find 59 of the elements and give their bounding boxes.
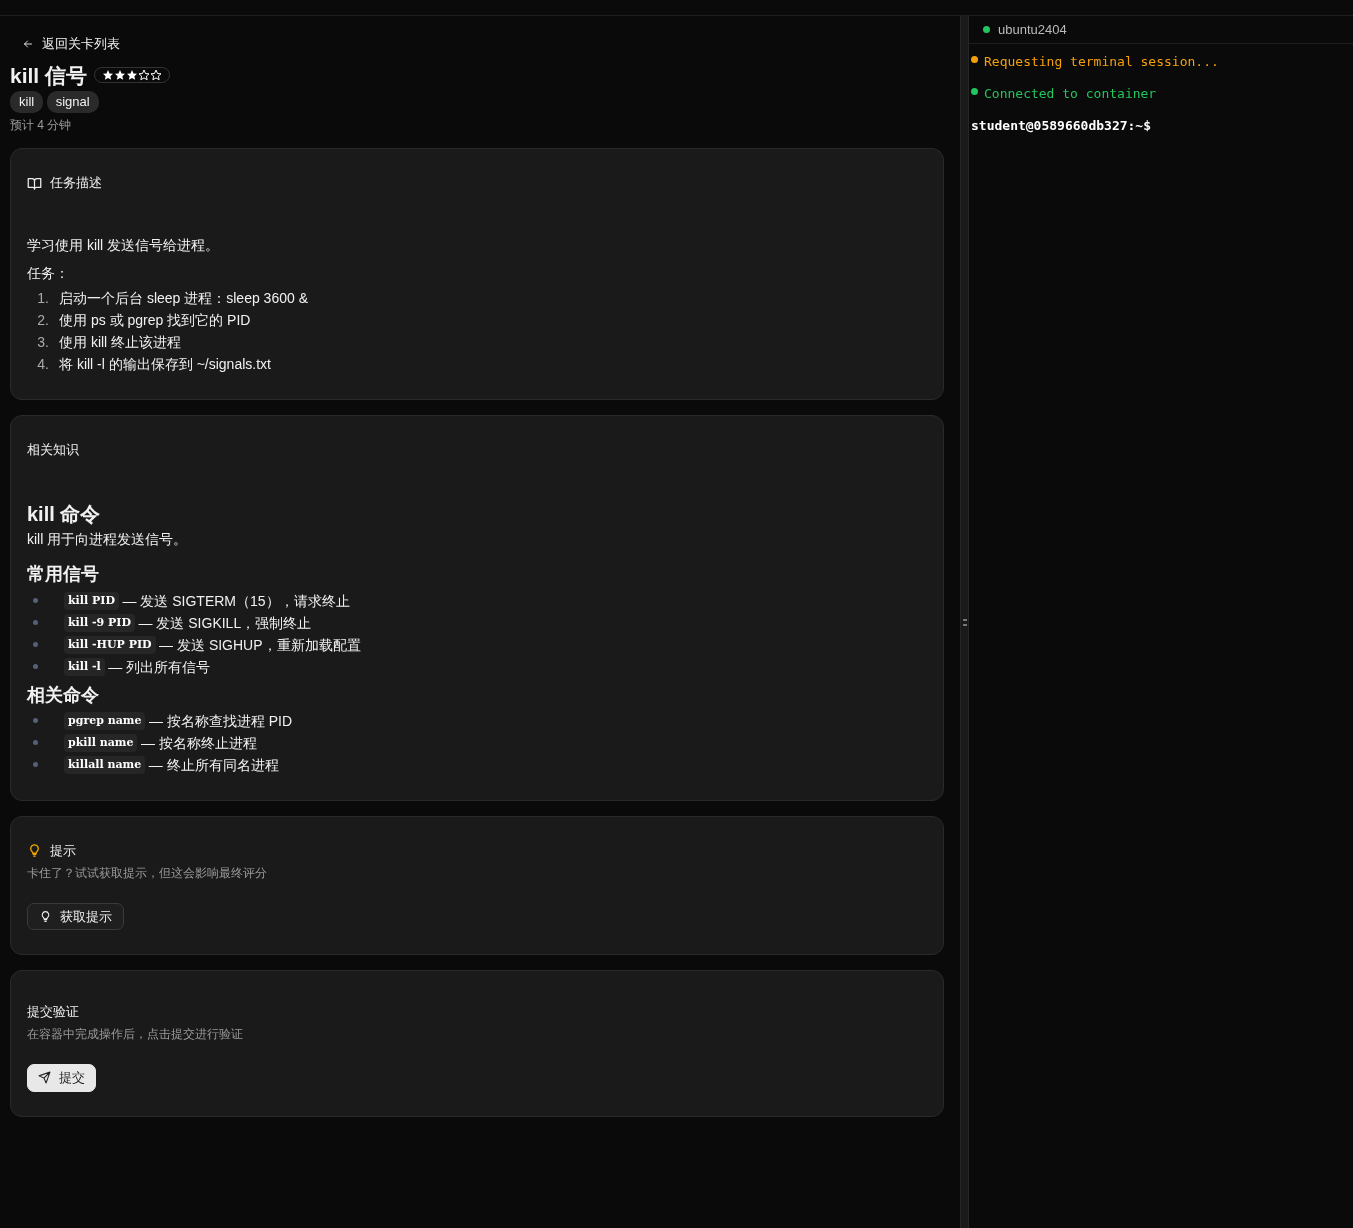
lightbulb-icon	[39, 909, 52, 923]
submit-button[interactable]: 提交	[27, 1064, 96, 1092]
page-title: kill 信号	[10, 62, 88, 88]
subsection-heading: 相关命令	[27, 684, 100, 707]
bullet-icon	[33, 740, 38, 746]
code-snippet: kill -l	[64, 657, 105, 676]
lightbulb-icon	[27, 842, 42, 858]
card-subtitle: 在容器中完成操作后，点击提交进行验证	[27, 1026, 244, 1044]
step-number: 4.	[36, 355, 49, 375]
item-text: — 列出所有信号	[108, 657, 211, 677]
step-text: 将 kill -l 的输出保存到 ~/signals.txt	[59, 355, 271, 375]
section-heading: kill 命令	[27, 501, 102, 526]
code-snippet: kill PID	[64, 591, 119, 610]
item-text: — 发送 SIGKILL，强制终止	[138, 613, 312, 633]
step-text: 使用 ps 或 pgrep 找到它的 PID	[59, 311, 251, 331]
description-text: 学习使用 kill 发送信号给进程。	[27, 235, 221, 255]
bullet-icon	[33, 664, 38, 670]
intro-text: kill 用于向进程发送信号。	[27, 530, 189, 550]
card-title: 提交验证	[27, 1003, 80, 1022]
item-text: — 发送 SIGTERM（15），请求终止	[122, 591, 350, 611]
step-number: 3.	[36, 333, 49, 353]
terminal-tab[interactable]: ubuntu2404	[969, 16, 1353, 44]
code-snippet: pgrep name	[64, 711, 146, 730]
step-number: 1.	[36, 289, 49, 309]
code-snippet: kill -9 PID	[64, 613, 135, 632]
terminal-output: Connected to container	[984, 85, 1157, 103]
resize-handle[interactable]	[962, 618, 967, 626]
back-link[interactable]: 返回关卡列表	[22, 34, 120, 54]
card-title: 提示	[50, 841, 76, 860]
item-text: — 终止所有同名进程	[148, 755, 279, 775]
tag: kill	[10, 91, 44, 113]
back-arrow-icon	[22, 37, 34, 50]
code-snippet: killall name	[64, 755, 146, 774]
item-text: — 按名称查找进程 PID	[148, 711, 293, 731]
hint-button[interactable]: 获取提示	[27, 902, 124, 931]
step-text: 启动一个后台 sleep 进程：sleep 3600 &	[59, 289, 308, 309]
terminal-output: Requesting terminal session...	[984, 53, 1219, 71]
bullet-icon	[33, 718, 38, 724]
terminal-prompt: student@0589660db327:~$	[971, 117, 1151, 135]
code-snippet: pkill name	[64, 733, 138, 752]
tag: signal	[46, 91, 99, 113]
send-icon	[38, 1071, 51, 1085]
code-snippet: kill -HUP PID	[64, 635, 156, 654]
bullet-icon	[33, 642, 38, 648]
subsection-heading: 常用信号	[27, 564, 100, 587]
task-label: 任务：	[27, 263, 70, 283]
item-text: — 按名称终止进程	[140, 733, 257, 753]
time-estimate: 预计 4 分钟	[10, 117, 73, 135]
step-number: 2.	[36, 311, 49, 331]
bullet-icon	[33, 762, 38, 768]
bullet-icon	[33, 620, 38, 626]
card-title: 相关知识	[27, 441, 80, 460]
step-text: 使用 kill 终止该进程	[59, 333, 182, 353]
card-subtitle: 卡住了？试试获取提示，但这会影响最终评分	[27, 864, 268, 882]
card-title: 任务描述	[50, 174, 102, 193]
tab-label: ubuntu2404	[998, 20, 1067, 39]
book-icon	[27, 175, 42, 191]
bullet-icon	[33, 598, 38, 604]
item-text: — 发送 SIGHUP，重新加载配置	[159, 635, 361, 655]
